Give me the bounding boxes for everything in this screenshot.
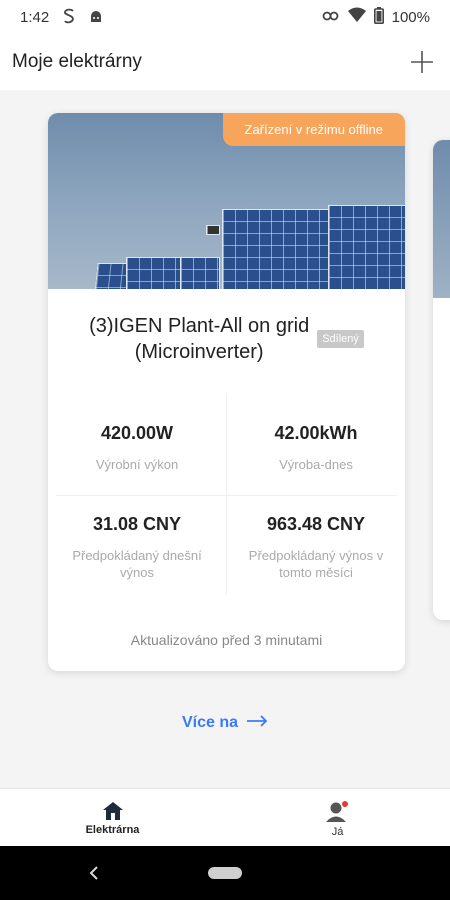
status-bar: 1:42 100% — [0, 0, 450, 34]
metric-daily-revenue: 31.08 CNY Předpokládaný dnešní výnos — [48, 514, 226, 581]
nav-item-plants[interactable]: Elektrárna — [0, 789, 225, 846]
plant-name: (3)IGEN Plant-All on grid (Microinverter… — [89, 313, 309, 365]
plants-carousel[interactable]: Zařízení v režimu offline (3)IGEN Plant-… — [0, 90, 450, 788]
battery-icon — [373, 6, 384, 28]
metric-value: 42.00kWh — [274, 423, 358, 443]
nav-label: Elektrárna — [85, 824, 140, 836]
shared-badge: Sdílený — [317, 330, 364, 348]
back-button[interactable] — [88, 861, 100, 887]
metric-label: Předpokládaný výnos v tomto měsíci — [248, 548, 384, 580]
nav-label: Já — [331, 826, 344, 838]
add-plant-button[interactable] — [406, 46, 438, 78]
more-link[interactable]: Více na — [0, 714, 450, 732]
profile-icon — [325, 801, 348, 822]
next-plant-card-peek[interactable] — [433, 140, 450, 620]
metric-label: Předpokládaný dnešní výnos — [72, 548, 202, 580]
metric-power: 420.00W Výrobní výkon — [48, 423, 226, 473]
offline-badge: Zařízení v režimu offline — [222, 113, 405, 146]
vpn-key-icon — [322, 9, 340, 26]
status-time: 1:42 — [20, 8, 50, 26]
system-nav-bar — [0, 846, 450, 900]
more-link-label: Více na — [181, 714, 239, 731]
home-button[interactable] — [208, 867, 242, 879]
metric-value: 963.48 CNY — [266, 514, 366, 534]
metric-value: 420.00W — [100, 423, 174, 443]
sync-icon — [63, 8, 75, 27]
metric-label: Výrobní výkon — [95, 457, 179, 472]
plant-name-line1: (3)IGEN Plant-All on grid — [89, 315, 310, 337]
metric-daily-production: 42.00kWh Výroba-dnes — [227, 423, 405, 473]
battery-percent: 100% — [391, 8, 430, 26]
page-title: Moje elektrárny — [12, 51, 142, 72]
plant-name-row: (3)IGEN Plant-All on grid (Microinverter… — [48, 313, 405, 365]
home-icon — [102, 802, 123, 820]
plus-icon — [411, 51, 433, 73]
plant-photo — [433, 140, 450, 298]
android-icon — [89, 9, 103, 26]
app-bar: Moje elektrárny — [0, 34, 450, 90]
metric-monthly-revenue: 963.48 CNY Předpokládaný výnos v tomto m… — [227, 514, 405, 581]
divider — [56, 495, 397, 496]
bottom-nav: Elektrárna Já — [0, 788, 450, 846]
metric-value: 31.08 CNY — [92, 514, 182, 534]
plant-name-line2: (Microinverter) — [134, 341, 264, 363]
metric-label: Výroba-dnes — [279, 457, 353, 472]
wifi-icon — [347, 7, 366, 27]
plant-card[interactable]: Zařízení v režimu offline (3)IGEN Plant-… — [48, 113, 405, 671]
nav-item-profile[interactable]: Já — [225, 789, 450, 846]
arrow-right-icon — [246, 714, 268, 732]
plant-photo: Zařízení v režimu offline — [48, 113, 405, 289]
last-updated: Aktualizováno před 3 minutami — [130, 632, 323, 648]
chevron-left-icon — [89, 866, 98, 880]
